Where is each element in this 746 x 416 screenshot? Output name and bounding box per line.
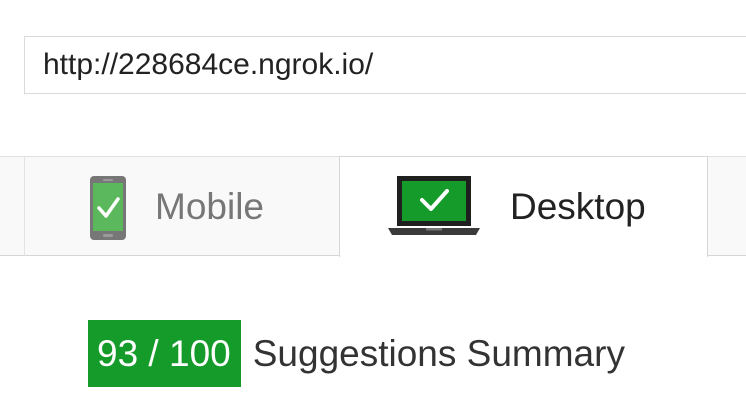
desktop-check-icon: [388, 176, 480, 235]
score-summary: 93 / 100 Suggestions Summary: [88, 320, 625, 387]
score-badge: 93 / 100: [88, 320, 241, 387]
tabstrip-background-right: [708, 156, 746, 256]
mobile-check-icon: [90, 176, 126, 240]
tab-desktop[interactable]: Desktop: [339, 156, 708, 257]
tab-mobile-label: Mobile: [155, 186, 264, 227]
url-input[interactable]: [24, 36, 746, 94]
suggestions-summary-heading: Suggestions Summary: [252, 333, 625, 374]
tab-desktop-label: Desktop: [510, 186, 646, 227]
pagespeed-page: Mobile Desktop 93 / 100 Suggestions Summ…: [0, 0, 746, 416]
device-tabstrip: Mobile Desktop: [0, 156, 746, 257]
tab-mobile[interactable]: Mobile: [24, 156, 340, 256]
